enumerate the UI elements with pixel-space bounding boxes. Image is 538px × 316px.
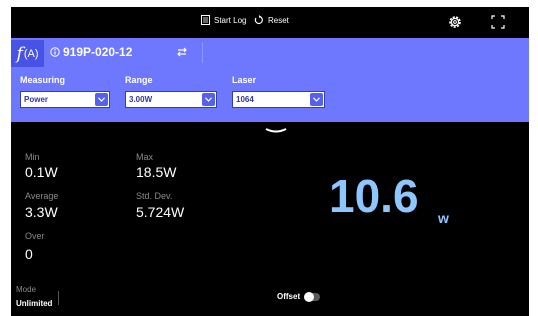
average-label: Average [25,191,59,201]
info-icon [50,47,60,57]
sensor-id: 919P-020-12 [63,45,133,59]
header-divider [202,42,203,63]
reading-unit: w [438,210,449,226]
function-sub: (A) [23,47,39,60]
measuring-label: Measuring [20,75,66,85]
min-value: 0.1W [25,164,58,180]
max-label: Max [136,152,154,162]
laser-label: Laser [232,75,257,85]
chevron-down-icon[interactable] [310,93,323,106]
reset-button[interactable]: Reset [254,15,289,25]
measuring-field: Measuring Power [20,75,110,108]
function-button[interactable]: f (A) [11,40,44,67]
reset-icon [254,15,263,25]
mode-divider [58,291,59,305]
offset-switch-knob [304,291,315,302]
over-value: 0 [25,246,33,262]
sensor-info[interactable]: 919P-020-12 [50,45,132,59]
top-bar: Start Log Reset [11,7,529,38]
start-log-button[interactable]: Start Log [201,15,246,25]
reset-label: Reset [268,15,289,25]
range-field: Range 3.00W [125,75,217,108]
gear-icon[interactable] [447,14,463,30]
log-icon [201,15,210,25]
max-value: 18.5W [136,164,177,180]
start-log-label: Start Log [214,15,247,25]
offset-toggle[interactable]: Offset [277,291,321,302]
function-glyph: f [16,43,23,64]
mode-label: Mode [16,285,37,294]
chevron-down-icon[interactable] [202,93,215,106]
range-value: 3.00W [129,95,153,104]
over-label: Over [25,231,45,241]
laser-value: 1064 [236,95,254,104]
min-label: Min [25,152,40,162]
range-select[interactable]: 3.00W [125,91,217,108]
std-dev-value: 5.724W [136,204,185,220]
offset-switch[interactable] [304,291,321,302]
sensor-header: f (A) 919P-020-12 Measuring Power Range … [11,38,529,122]
laser-field: Laser 1064 [232,75,325,108]
offset-label: Offset [277,292,301,301]
app-screen: Start Log Reset f (A) 919P-020-12 Measur… [11,7,529,316]
mode-value[interactable]: Unlimited [16,299,52,308]
collapse-handle-icon[interactable] [265,128,287,134]
laser-select[interactable]: 1064 [232,91,325,108]
main-reading: 10.6 [329,170,419,222]
chevron-down-icon[interactable] [95,93,108,106]
measuring-value: Power [24,95,49,104]
average-value: 3.3W [25,204,58,220]
fullscreen-icon[interactable] [491,15,505,29]
swap-icon[interactable] [176,46,188,58]
range-label: Range [125,75,153,85]
measuring-select[interactable]: Power [20,91,110,108]
std-dev-label: Std. Dev. [136,191,173,201]
